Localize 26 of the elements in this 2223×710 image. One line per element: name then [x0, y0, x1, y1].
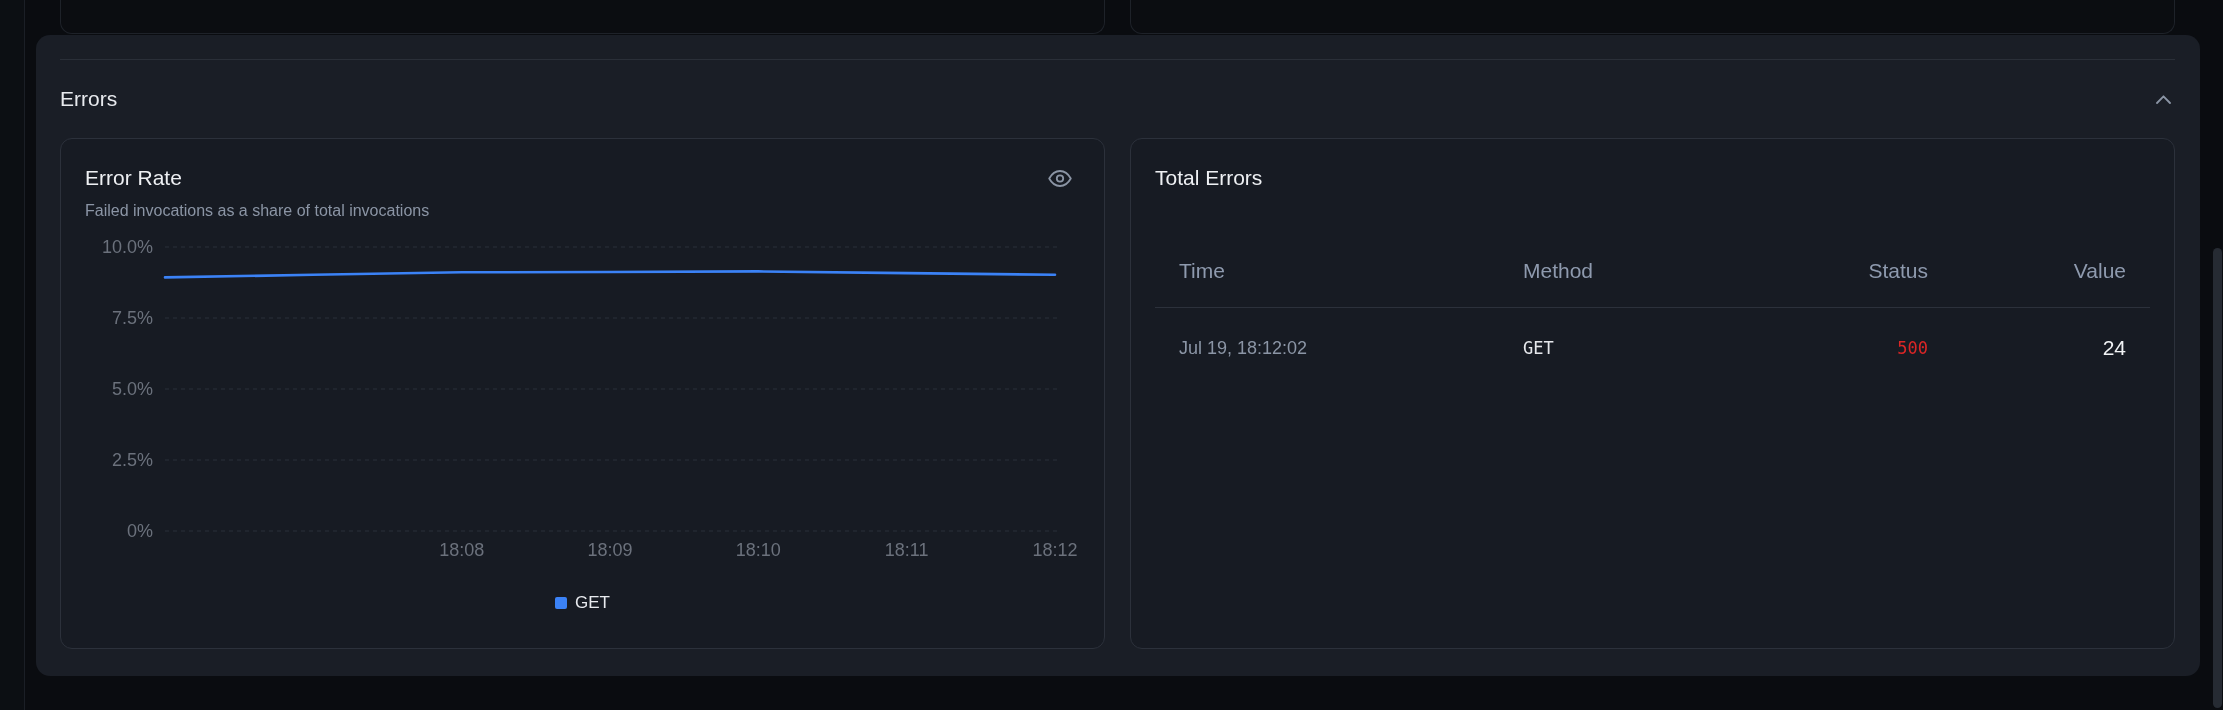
eye-icon[interactable] [1048, 169, 1072, 187]
card-subtitle: Failed invocations as a share of total invocations [85, 201, 430, 221]
column-header: Status [1867, 258, 1929, 284]
card-title: Error Rate [85, 165, 182, 191]
table-cell-text: GET [1522, 337, 1555, 360]
legend-label: GET [575, 592, 610, 614]
axis-tick-label: 7.5% [111, 308, 153, 328]
axis-tick-label: 10.0% [101, 237, 153, 257]
column-header: Method [1522, 258, 1595, 284]
scrollbar-thumb[interactable] [2213, 248, 2222, 708]
axis-tick-label: 18:10 [735, 540, 781, 560]
axis-tick-label: 5.0% [111, 379, 153, 399]
table-cell-text: 24 [2101, 335, 2127, 361]
card-title: Total Errors [1155, 165, 1263, 191]
axis-tick-label: 18:09 [587, 540, 633, 560]
axis-tick-label: 2.5% [111, 450, 153, 470]
column-header: Time [1178, 258, 1226, 284]
axis-tick-label: 18:08 [439, 540, 485, 560]
section-title: Errors [60, 86, 118, 112]
axis-tick-label: 18:12 [1032, 540, 1078, 560]
chevron-up-icon[interactable] [2156, 94, 2171, 104]
table-cell-text: 500 [1896, 337, 1929, 360]
table-cell-text: Jul 19, 18:12:02 [1178, 337, 1309, 360]
axis-tick-label: 18:11 [884, 540, 929, 560]
column-header: Value [2072, 258, 2127, 284]
axis-tick-label: 0% [127, 521, 153, 541]
